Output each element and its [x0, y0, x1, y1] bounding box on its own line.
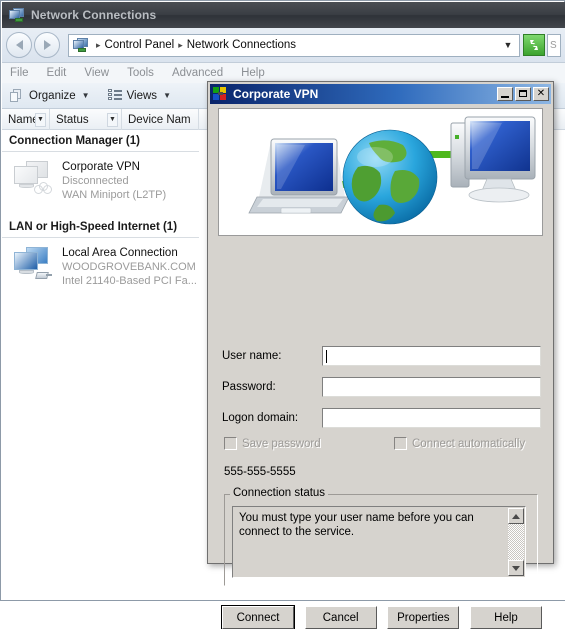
organize-label: Organize	[29, 89, 76, 102]
column-filter-icon[interactable]: ▼	[35, 112, 46, 127]
breadcrumb-network-connections[interactable]: Network Connections	[187, 39, 296, 51]
checkbox-box[interactable]	[394, 437, 407, 450]
scroll-down-arrow-icon	[512, 565, 520, 571]
save-password-checkbox[interactable]: Save password	[224, 437, 394, 450]
forward-arrow-icon	[43, 40, 51, 50]
list-item[interactable]: Local Area Connection WOODGROVEBANK.COM …	[2, 238, 202, 296]
maximize-button[interactable]	[515, 87, 531, 101]
chevron-down-icon: ▼	[81, 91, 90, 100]
group-header-lan: LAN or High-Speed Internet (1)	[2, 216, 199, 238]
options-row: Save password Connect automatically	[224, 437, 542, 450]
password-label: Password:	[222, 381, 276, 393]
connect-automatically-label: Connect automatically	[412, 437, 526, 450]
column-header-status[interactable]: Status ▼	[50, 109, 122, 130]
dialog-button-row: Connect Cancel Properties Help	[221, 605, 542, 629]
back-button[interactable]	[6, 32, 32, 58]
connection-status-box[interactable]: You must type your user name before you …	[232, 506, 526, 578]
menu-file[interactable]: File	[10, 67, 29, 79]
back-arrow-icon	[15, 40, 23, 50]
refresh-icon	[530, 40, 538, 50]
connect-button[interactable]: Connect	[221, 605, 295, 629]
phone-number-text: 555-555-5555	[224, 466, 296, 478]
connect-automatically-checkbox[interactable]: Connect automatically	[394, 437, 525, 450]
connection-device: WAN Miniport (L2TP)	[62, 189, 167, 201]
menu-tools[interactable]: Tools	[127, 67, 154, 79]
address-network-icon	[73, 38, 89, 52]
vpn-banner-graphic	[218, 108, 543, 236]
menu-help[interactable]: Help	[241, 67, 265, 79]
connection-status-legend: Connection status	[230, 487, 329, 499]
chevron-down-icon[interactable]: ▼	[501, 40, 515, 50]
logon-domain-label: Logon domain:	[222, 412, 299, 424]
close-button[interactable]: ✕	[533, 87, 549, 101]
connection-status-message: You must type your user name before you …	[239, 512, 474, 538]
network-squares-icon	[213, 87, 229, 101]
checkbox-box[interactable]	[224, 437, 237, 450]
password-row: Password:	[222, 377, 541, 397]
vpn-disconnected-icon	[12, 160, 54, 198]
scrollbar-track[interactable]	[508, 524, 524, 560]
logon-domain-row: Logon domain:	[222, 408, 541, 428]
save-password-label: Save password	[242, 437, 321, 450]
menu-advanced[interactable]: Advanced	[172, 67, 223, 79]
minimize-button[interactable]	[497, 87, 513, 101]
address-toolbar: ▸ Control Panel ▸ Network Connections ▼ …	[2, 28, 565, 63]
breadcrumb-separator-2[interactable]: ▸	[178, 40, 183, 51]
chevron-down-icon: ▼	[163, 91, 171, 100]
vpn-connect-dialog: Corporate VPN ✕ User name: Password: Log…	[207, 81, 554, 629]
laptop-globe-monitor-graphic	[248, 116, 536, 225]
breadcrumb-address-bar[interactable]: ▸ Control Panel ▸ Network Connections ▼	[68, 33, 520, 57]
window-title: Network Connections	[31, 8, 157, 22]
dialog-titlebar[interactable]: Corporate VPN ✕	[210, 84, 551, 104]
scroll-down-button[interactable]	[508, 560, 524, 576]
column-filter-icon[interactable]: ▼	[107, 112, 118, 127]
views-label: Views	[126, 89, 158, 102]
lan-connected-icon	[12, 246, 54, 284]
window-titlebar: Network Connections	[2, 2, 565, 28]
connection-device: Intel 21140-Based PCI Fa...	[62, 275, 197, 287]
views-icon	[107, 89, 122, 102]
column-label-device: Device Nam	[128, 113, 191, 126]
group-header-connection-manager: Connection Manager (1)	[2, 130, 199, 152]
logon-domain-input[interactable]	[322, 408, 541, 428]
dialog-title: Corporate VPN	[233, 87, 319, 101]
username-label: User name:	[222, 350, 282, 362]
help-button[interactable]: Help	[469, 606, 542, 629]
breadcrumb-separator-1[interactable]: ▸	[96, 40, 101, 51]
refresh-button[interactable]	[523, 34, 545, 56]
connection-status: Disconnected	[62, 175, 129, 187]
username-input[interactable]	[322, 346, 541, 366]
search-input[interactable]: S	[547, 33, 561, 57]
password-input[interactable]	[322, 377, 541, 397]
breadcrumb-control-panel[interactable]: Control Panel	[105, 39, 175, 51]
menu-view[interactable]: View	[84, 67, 109, 79]
scroll-up-button[interactable]	[508, 508, 524, 524]
list-item[interactable]: Corporate VPN Disconnected WAN Miniport …	[2, 152, 202, 210]
column-header-device[interactable]: Device Nam	[122, 109, 199, 130]
menu-edit[interactable]: Edit	[47, 67, 67, 79]
connection-status: WOODGROVEBANK.COM	[62, 261, 196, 273]
network-connection-icon	[9, 8, 25, 22]
organize-button[interactable]: Organize ▼	[10, 88, 90, 103]
organize-icon	[10, 88, 24, 103]
connection-name: Corporate VPN	[62, 161, 140, 173]
views-button[interactable]: Views ▼	[107, 89, 171, 102]
scroll-up-arrow-icon	[512, 513, 520, 519]
cancel-button[interactable]: Cancel	[304, 606, 377, 629]
column-label-status: Status	[56, 113, 89, 126]
status-scrollbar[interactable]	[508, 508, 524, 576]
menu-bar: File Edit View Tools Advanced Help	[2, 63, 565, 83]
column-header-name[interactable]: Name ▼	[2, 109, 50, 130]
connection-name: Local Area Connection	[62, 247, 178, 259]
properties-button[interactable]: Properties	[387, 606, 460, 629]
forward-button[interactable]	[34, 32, 60, 58]
username-row: User name:	[222, 346, 541, 366]
